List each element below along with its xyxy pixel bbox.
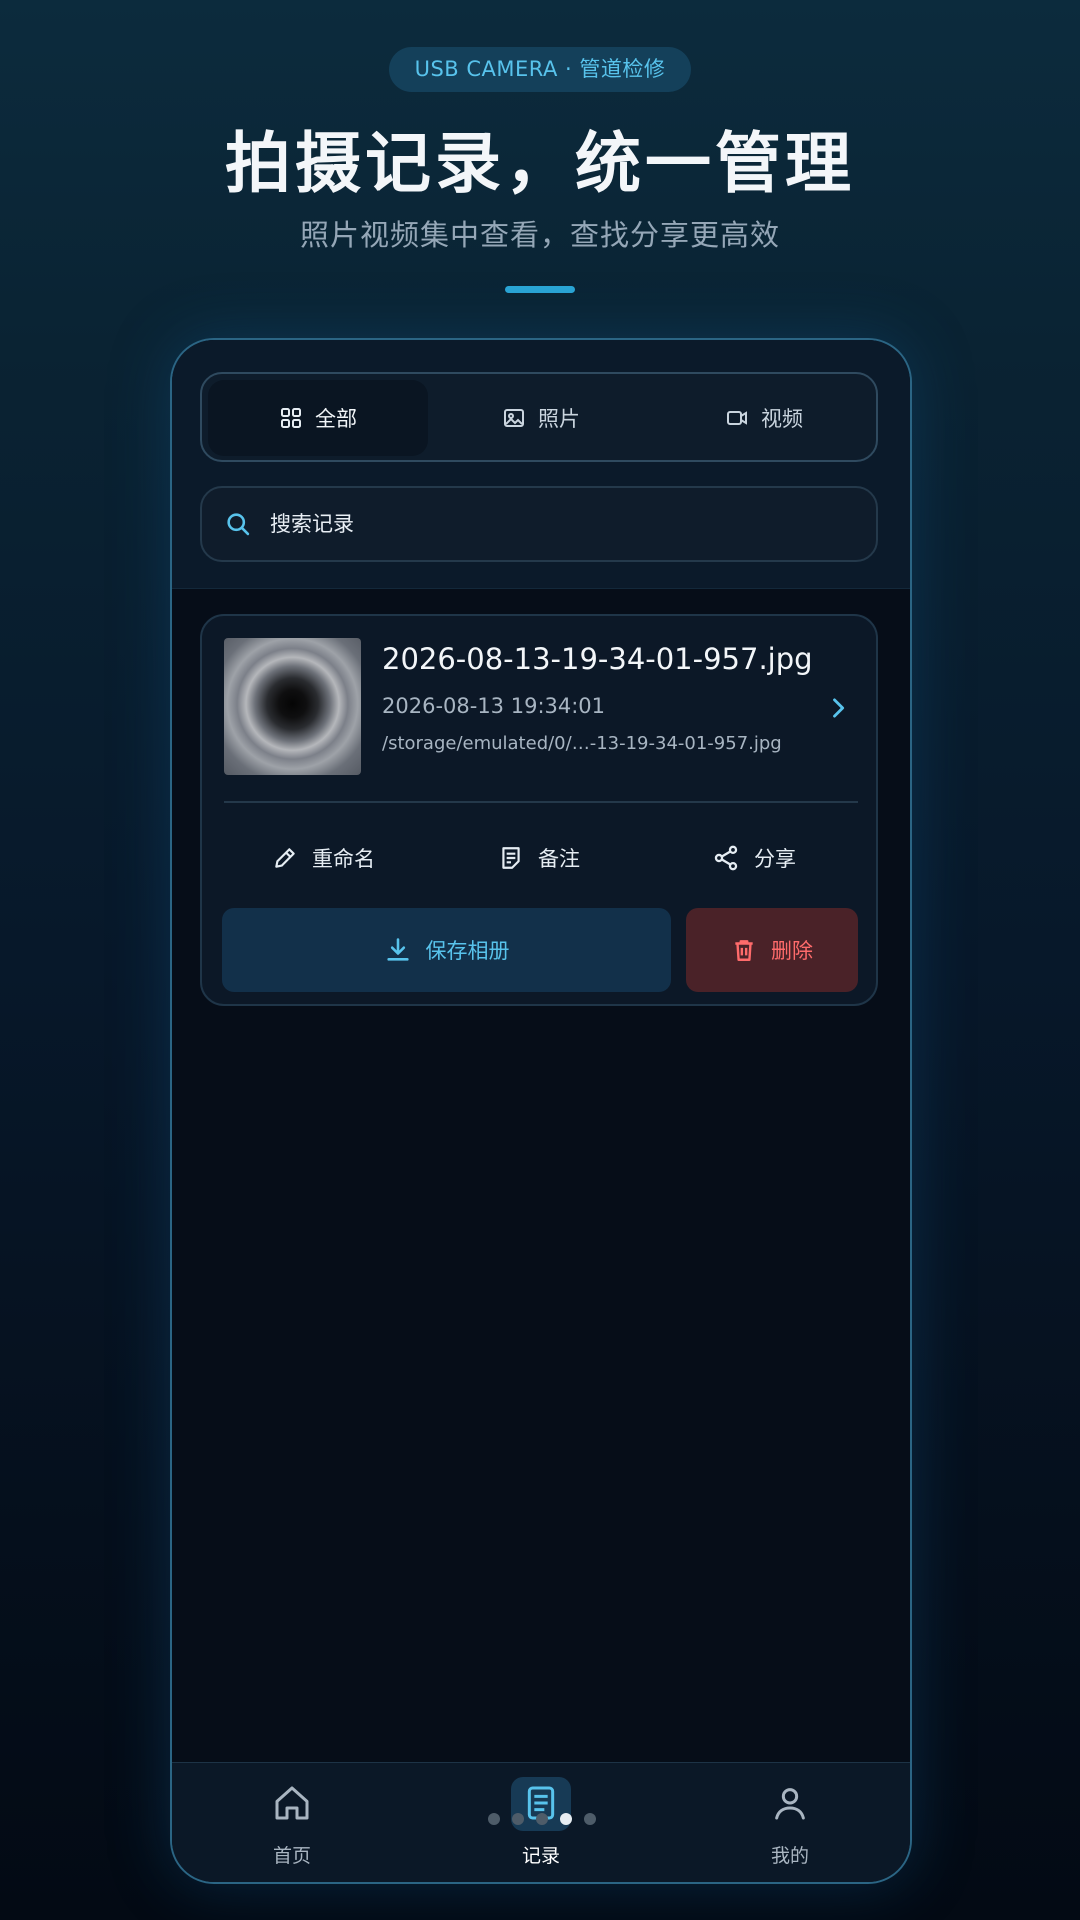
page-subtitle: 照片视频集中查看，查找分享更高效 — [299, 218, 780, 252]
note-label: 备注 — [538, 847, 580, 871]
search-input[interactable] — [268, 511, 832, 537]
bottom-navigation: 首页 记录 我的 — [172, 1762, 910, 1882]
pencil-icon — [275, 848, 295, 868]
nav-records-label: 记录 — [521, 1845, 560, 1867]
record-file-name: 2026-08-13-19-34-01-957.jpg — [382, 642, 813, 676]
delete-label: 删除 — [771, 939, 813, 963]
page-dot-active — [560, 1813, 572, 1825]
page-indicator — [488, 1813, 598, 1827]
page-dot — [512, 1813, 524, 1825]
nav-profile[interactable]: 我的 — [690, 1763, 890, 1882]
nav-home[interactable]: 首页 — [192, 1763, 392, 1882]
save-to-album-button[interactable]: 保存相册 — [222, 908, 671, 992]
page-dot — [584, 1813, 596, 1825]
image-icon — [504, 409, 524, 427]
title-underline — [505, 286, 575, 293]
delete-button[interactable]: 删除 — [686, 908, 858, 992]
save-label: 保存相册 — [425, 939, 510, 963]
grid-icon — [281, 408, 301, 428]
nav-home-label: 首页 — [272, 1845, 311, 1867]
rename-button[interactable]: 重命名 — [272, 838, 375, 878]
tab-videos-label: 视频 — [761, 407, 803, 431]
profile-icon — [775, 1788, 805, 1820]
tab-photos-label: 照片 — [538, 407, 580, 431]
chevron-right-icon[interactable] — [824, 694, 852, 722]
page-dot — [536, 1813, 548, 1825]
search-icon — [227, 513, 250, 536]
filter-area: 全部 照片 视频 — [172, 340, 910, 589]
record-path: /storage/emulated/0/…-13-19-34-01-957.jp… — [382, 733, 782, 754]
page-dot — [488, 1813, 500, 1825]
home-icon — [275, 1786, 309, 1820]
share-label: 分享 — [754, 847, 796, 871]
tab-photos[interactable]: 照片 — [431, 380, 651, 456]
video-icon — [727, 411, 747, 425]
phone-frame: 全部 照片 视频 2026-08-1 — [170, 338, 912, 1884]
nav-profile-label: 我的 — [770, 1845, 809, 1867]
record-date: 2026-08-13 19:34:01 — [382, 694, 606, 718]
tab-all-label: 全部 — [315, 407, 357, 431]
record-thumbnail[interactable] — [224, 638, 361, 775]
tab-videos[interactable]: 视频 — [654, 380, 874, 456]
filter-tabs: 全部 照片 视频 — [200, 372, 878, 462]
trash-icon — [735, 940, 753, 961]
search-bar[interactable] — [200, 486, 878, 562]
share-button[interactable]: 分享 — [712, 838, 796, 878]
category-badge: USB CAMERA · 管道检修 — [389, 47, 691, 92]
tab-all[interactable]: 全部 — [208, 380, 428, 456]
note-button[interactable]: 备注 — [498, 838, 580, 878]
rename-label: 重命名 — [312, 847, 375, 871]
page-title: 拍摄记录，统一管理 — [225, 125, 855, 202]
share-icon — [714, 845, 738, 871]
record-card[interactable]: 2026-08-13-19-34-01-957.jpg 2026-08-13 1… — [200, 614, 878, 1006]
card-divider — [224, 801, 858, 803]
note-icon — [502, 847, 520, 869]
download-icon — [386, 938, 409, 961]
